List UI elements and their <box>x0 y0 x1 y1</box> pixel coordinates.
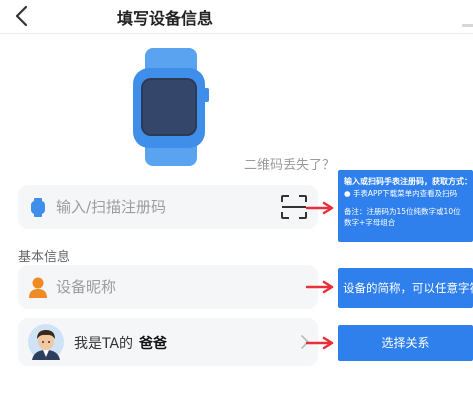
qr-lost-link[interactable]: 二维码丢失了？ <box>244 154 335 173</box>
page-title: 填写设备信息 <box>116 9 213 28</box>
nickname-help-callout: 设备的简称，可以任意字符 <box>338 268 473 308</box>
dad-avatar-icon <box>28 324 64 360</box>
relation-selector[interactable]: 我是TA的 爸爸 <box>18 318 318 366</box>
registration-help-title: 输入或扫码手表注册码，获取方式： <box>344 177 472 186</box>
person-icon <box>29 277 47 298</box>
arrow-to-registration-help-icon <box>306 201 334 215</box>
relation-prefix: 我是TA的 <box>74 336 134 352</box>
relation-help-callout: 选择关系 <box>338 325 473 361</box>
arrow-to-relation-help-icon <box>306 336 334 350</box>
relation-label: 我是TA的 爸爸 <box>74 333 167 353</box>
scan-icon[interactable] <box>280 194 308 220</box>
watch-icon <box>31 198 45 217</box>
edge-mark <box>462 24 473 27</box>
top-bar: 填写设备信息 <box>0 0 473 34</box>
registration-help-callout: 输入或扫码手表注册码，获取方式： ● 手表APP下载菜单内查看及扫码 备注：注册… <box>338 170 473 242</box>
registration-help-note: 备注：注册码为15位纯数字或10位数字+字母组合 <box>344 207 461 227</box>
relation-value: 爸爸 <box>139 336 168 352</box>
registration-help-bullet: ● 手表APP下载菜单内查看及扫码 <box>344 189 458 198</box>
device-nickname-input[interactable] <box>56 275 286 299</box>
arrow-to-nickname-help-icon <box>306 280 334 294</box>
registration-code-input[interactable] <box>56 195 276 219</box>
watch-illustration <box>133 48 209 166</box>
registration-field <box>18 185 318 229</box>
section-label-basic-info: 基本信息 <box>18 250 71 265</box>
nickname-field <box>18 265 318 309</box>
